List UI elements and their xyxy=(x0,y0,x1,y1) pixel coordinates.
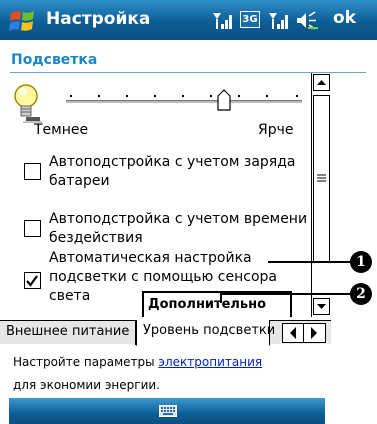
scroll-thumb[interactable] xyxy=(313,95,330,263)
speaker-icon[interactable] xyxy=(295,11,319,30)
arrow-right-icon xyxy=(311,327,317,339)
callout-leader-1 xyxy=(268,261,350,263)
brightness-slider-thumb[interactable] xyxy=(217,89,231,111)
title-bar: Настройка 3G ok xyxy=(0,0,377,40)
brightness-min-label: Темнее xyxy=(34,122,89,138)
callout-marker-2: 2 xyxy=(350,283,372,305)
vertical-scrollbar[interactable] xyxy=(311,73,330,317)
tab-scroll-left-button[interactable] xyxy=(283,324,304,342)
scroll-up-button[interactable] xyxy=(313,74,330,91)
footer-hint: Настройте параметры электропитания xyxy=(13,355,262,369)
windows-start-icon[interactable] xyxy=(8,6,38,34)
brightness-slider-ticks xyxy=(70,88,300,97)
check-mark-icon xyxy=(26,275,38,287)
checkbox[interactable] xyxy=(24,163,41,180)
checkbox[interactable] xyxy=(24,220,41,237)
footer-hint-text: Настройте параметры xyxy=(13,355,159,369)
signal-strength-icon[interactable] xyxy=(268,10,290,30)
tab-bar: Внешнее питание Уровень подсветки xyxy=(0,320,331,346)
checkbox-checked[interactable] xyxy=(24,272,41,289)
network-3g-badge: 3G xyxy=(240,11,260,28)
checkbox-label: Автоподстройка с учетом заряда батареи xyxy=(49,154,296,189)
ok-button[interactable]: ok xyxy=(333,8,356,28)
app-title: Настройка xyxy=(46,9,151,29)
keyboard-icon[interactable] xyxy=(159,405,177,417)
grip-icon xyxy=(317,174,326,182)
callout-marker-1: 1 xyxy=(350,251,372,273)
brightness-max-label: Ярче xyxy=(258,122,294,138)
power-settings-link[interactable]: электропитания xyxy=(158,355,262,369)
checkbox-label: Автоподстройка с учетом времени бездейст… xyxy=(49,211,308,246)
scroll-down-button[interactable] xyxy=(313,298,330,315)
section-title: Подсветка xyxy=(11,52,98,68)
tab-external-power[interactable]: Внешнее питание xyxy=(0,321,136,345)
bottom-menu-bar xyxy=(9,398,325,424)
callout-leader-2 xyxy=(220,293,350,295)
tab-backlight-level[interactable]: Уровень подсветки xyxy=(136,320,275,346)
arrow-left-icon xyxy=(290,327,296,339)
tab-scroll-right-button[interactable] xyxy=(304,324,325,342)
brightness-slider[interactable] xyxy=(66,100,302,104)
backlight-settings-panel: Темнее Ярче Автоподстройка с учетом заря… xyxy=(10,73,310,317)
arrow-up-icon xyxy=(317,80,326,85)
arrow-down-icon xyxy=(317,304,326,309)
callout-leader-2-drop xyxy=(220,293,222,303)
tab-scroll-arrows xyxy=(282,323,326,343)
footer-hint-line2: для экономии энергии. xyxy=(13,378,160,392)
signal-strength-icon[interactable] xyxy=(212,10,234,30)
